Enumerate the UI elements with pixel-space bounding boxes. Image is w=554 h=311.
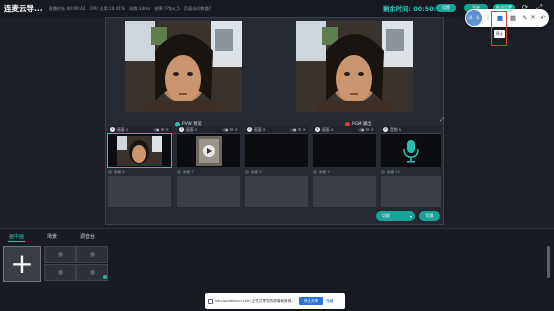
scene-empty-slot[interactable] — [177, 176, 240, 207]
scene-foot-label: 画面 7 — [183, 169, 194, 174]
scene-card-4[interactable]: 4 画面 4 ◁● ⚙ ✕ 画面 9 — [313, 126, 376, 207]
floating-toolbar: 讲.. 头 ⋮ ■ ▦ ✎ ✕ ↶ — [465, 9, 549, 27]
plus-icon: + — [10, 247, 34, 280]
scene-empty-slot[interactable] — [381, 176, 441, 207]
cut-label: 切换 — [382, 213, 390, 218]
layout-dot-icon — [89, 252, 95, 257]
share-screen-icon — [208, 298, 213, 304]
scene-tools-icons[interactable]: ◁● ⚙ ✕ — [153, 127, 169, 132]
avatar[interactable]: 讲.. 头 — [466, 10, 482, 26]
scrollbar[interactable] — [547, 246, 550, 278]
stat-cpu: CPU 占用:10.41% — [89, 5, 126, 11]
scene-foot-label: 画面 9 — [319, 169, 330, 174]
stat-visits: 页面访问数量? — [183, 5, 212, 11]
program-video — [296, 21, 413, 112]
stat-network: 网络:14ms — [129, 5, 151, 11]
go-button[interactable]: 切换 — [419, 211, 440, 221]
scene-footer: 画面 6 — [108, 169, 171, 175]
layout-tile[interactable] — [44, 264, 76, 281]
screen-share-notice: edu.aodianyun.com 正在共享您的屏幕和音频。 停止共享 隐藏 — [205, 293, 345, 309]
scene-header: 2 画面 2 ◁● ⚙ ✕ — [177, 126, 240, 134]
selected-indicator-icon — [103, 275, 107, 279]
layout-dot-icon — [57, 270, 63, 275]
stop-sharing-button[interactable]: 停止共享 — [298, 297, 324, 305]
scene-footer: 画面 10 — [381, 169, 441, 175]
microphone-icon — [381, 134, 441, 167]
scene-tools-icons[interactable]: ◁● ⚙ ✕ — [222, 127, 238, 132]
scene-header: 3 画面 3 ◁● ⚙ ✕ — [245, 126, 308, 134]
cut-transition-button[interactable]: 切换 ▾ — [376, 211, 415, 221]
scene-face-thumb — [108, 134, 171, 167]
scene-thumbnail[interactable] — [177, 134, 240, 167]
scene-card-3[interactable]: 3 画面 3 ◁● ⚙ ✕ 画面 8 — [245, 126, 308, 207]
scene-empty-slot[interactable] — [245, 176, 308, 207]
scene-name: 音频 5 — [390, 126, 402, 132]
scene-tools-icons[interactable]: ◁● ⚙ ✕ — [358, 127, 374, 132]
scene-foot-label: 画面 10 — [387, 169, 400, 174]
scene-number: 5 — [383, 127, 388, 132]
stop-tooltip: 停止 — [494, 30, 505, 38]
scene-foot-label: 画面 6 — [114, 169, 125, 174]
scene-tools-icons[interactable]: ◁● ⚙ ✕ — [290, 127, 306, 132]
undo-icon[interactable]: ↶ — [538, 13, 548, 23]
scene-number: 3 — [247, 127, 252, 132]
scene-number: 2 — [179, 127, 184, 132]
app-title: 连麦云导... — [4, 4, 43, 13]
tab-scenes[interactable]: 场景 — [47, 233, 57, 240]
scene-thumbnail[interactable] — [245, 134, 308, 167]
scene-foot-icon — [245, 170, 249, 174]
scene-foot-icon — [313, 170, 317, 174]
scene-foot-label: 画面 8 — [251, 169, 262, 174]
scene-empty-slot[interactable] — [108, 176, 171, 207]
scene-empty-slot[interactable] — [313, 176, 376, 207]
app-window: 连麦云导... 直播时长 00:09:42 CPU 占用:10.41% 网络:1… — [0, 0, 554, 311]
scene-card-2[interactable]: 2 画面 2 ◁● ⚙ ✕ 画面 7 — [177, 126, 240, 207]
bottom-panel: 画中画 场景 调音台 + edu.aodianyun.com 正在共享您的屏幕和… — [0, 228, 554, 311]
scene-name: 画面 4 — [322, 126, 334, 132]
layout-tile[interactable] — [44, 246, 76, 263]
layout-dot-icon — [89, 270, 95, 275]
scene-footer: 画面 7 — [177, 169, 240, 175]
scene-name: 画面 2 — [186, 126, 198, 132]
scene-video-thumb — [177, 134, 240, 167]
scene-thumbnail[interactable] — [107, 133, 172, 168]
scene-number: 4 — [315, 127, 320, 132]
stat-live-time: 直播时长 00:09:42 — [48, 5, 86, 11]
scene-name: 画面 3 — [254, 126, 266, 132]
scene-header: 1 画面 1 ◁● ⚙ ✕ — [108, 126, 171, 134]
stat-framerate: 帧率:??fps_5 — [154, 5, 180, 11]
tab-mixer[interactable]: 调音台 — [80, 233, 95, 240]
preview-video — [125, 21, 242, 112]
scene-thumbnail[interactable] — [313, 134, 376, 167]
highlight-box — [491, 11, 507, 46]
scene-header: 5 音频 5 — [381, 126, 441, 134]
layout-dot-icon — [57, 252, 63, 257]
scene-number: 1 — [110, 127, 115, 132]
scene-thumbnail[interactable] — [381, 134, 441, 167]
tab-pip[interactable]: 画中画 — [9, 233, 24, 240]
scene-card-5[interactable]: 5 音频 5 画面 10 — [381, 126, 441, 207]
scene-header: 4 画面 4 ◁● ⚙ ✕ — [313, 126, 376, 134]
chevron-down-icon: ▾ — [409, 213, 412, 219]
settings-button[interactable]: 设置 — [436, 4, 456, 12]
scene-footer: 画面 9 — [313, 169, 376, 175]
preview-monitor[interactable] — [125, 21, 242, 112]
scene-foot-icon — [108, 170, 112, 174]
layout-tile[interactable] — [76, 246, 108, 263]
scene-foot-icon — [177, 170, 181, 174]
expand-icon[interactable]: ⤢ — [440, 117, 444, 123]
close-icon[interactable]: ✕ — [528, 13, 538, 23]
grid-icon[interactable]: ▦ — [508, 13, 518, 23]
scene-card-1[interactable]: 1 画面 1 ◁● ⚙ ✕ 画面 6 — [107, 126, 172, 207]
scene-name: 画面 1 — [117, 126, 129, 132]
hide-button[interactable]: 隐藏 — [326, 299, 333, 304]
program-monitor[interactable] — [296, 21, 413, 112]
active-tab-indicator — [8, 241, 25, 242]
scene-foot-icon — [381, 170, 385, 174]
add-layout-button[interactable]: + — [3, 246, 41, 282]
scene-footer: 画面 8 — [245, 169, 308, 175]
share-notice-text: edu.aodianyun.com 正在共享您的屏幕和音频。 — [215, 298, 295, 303]
